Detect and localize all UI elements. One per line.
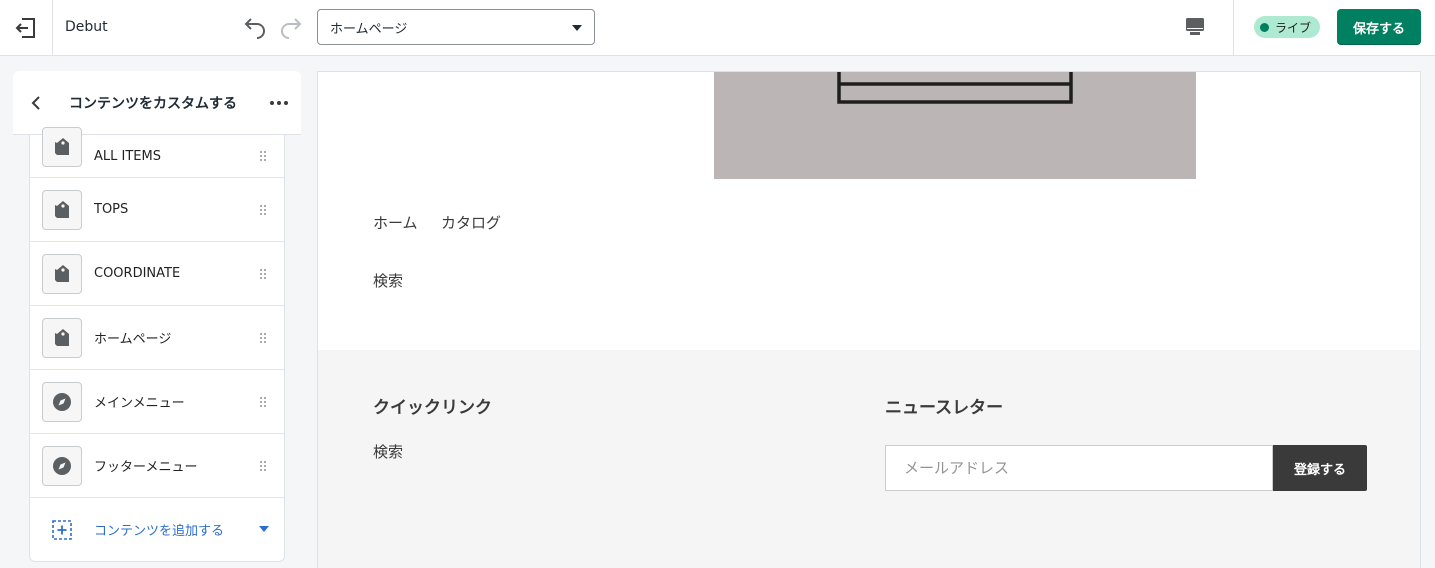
collection-tag-icon	[42, 189, 82, 230]
chevron-down-icon	[572, 25, 582, 31]
list-item-label: TOPS	[94, 202, 129, 217]
redo-button[interactable]	[278, 14, 304, 40]
list-item[interactable]: メインメニュー	[30, 370, 284, 434]
store-preview: ホーム カタログ 検索 クイックリンク 検索 ニュースレター 登録する	[317, 71, 1421, 568]
drag-handle-icon[interactable]	[258, 459, 268, 473]
status-badge-label: ライブ	[1275, 20, 1312, 35]
page-selector-value: ホームページ	[330, 21, 408, 37]
nav-link-catalog[interactable]: カタログ	[441, 212, 501, 233]
redo-icon	[281, 18, 302, 39]
content-list: ALL ITEMS TOPS COORDINATE ホームページ メインメニュー…	[29, 127, 285, 562]
sidebar-title: コンテンツをカスタムする	[69, 96, 237, 112]
list-item[interactable]: ALL ITEMS	[30, 127, 284, 178]
drag-handle-icon[interactable]	[258, 267, 268, 281]
add-content-label: コンテンツを追加する	[94, 524, 225, 539]
exit-editor-button[interactable]	[0, 0, 53, 55]
search-link[interactable]: 検索	[373, 270, 403, 291]
add-section-icon	[52, 519, 72, 540]
compass-icon	[42, 445, 82, 486]
drag-handle-icon[interactable]	[258, 149, 268, 163]
live-dot-icon	[1260, 22, 1269, 32]
product-illustration	[837, 72, 1073, 104]
list-item-label: メインメニュー	[94, 396, 185, 411]
exit-icon	[15, 17, 35, 38]
status-badge: ライブ	[1254, 16, 1321, 38]
undo-button[interactable]	[242, 14, 268, 40]
more-horizontal-icon	[270, 101, 288, 105]
chevron-left-icon	[31, 96, 40, 110]
collection-tag-icon	[42, 127, 82, 167]
list-item-label: ホームページ	[94, 332, 172, 347]
save-button[interactable]: 保存する	[1337, 9, 1421, 45]
list-item[interactable]: フッターメニュー	[30, 434, 284, 498]
add-content-button[interactable]: コンテンツを追加する	[30, 498, 284, 561]
drag-handle-icon[interactable]	[258, 395, 268, 409]
more-actions-button[interactable]	[267, 93, 291, 113]
desktop-icon	[1186, 18, 1204, 35]
email-field[interactable]	[885, 445, 1273, 491]
footer-link-search[interactable]: 検索	[373, 441, 403, 462]
list-item[interactable]: COORDINATE	[30, 242, 284, 306]
list-item-label: フッターメニュー	[94, 460, 198, 475]
topbar-divider	[1233, 0, 1234, 55]
sidebar: コンテンツをカスタムする ALL ITEMS TOPS COORDINATE ホ…	[13, 71, 301, 568]
subscribe-button[interactable]: 登録する	[1273, 445, 1367, 491]
nav-link-home[interactable]: ホーム	[373, 212, 418, 233]
list-item-label: ALL ITEMS	[94, 148, 161, 164]
hero-image	[714, 72, 1196, 179]
list-item-label: COORDINATE	[94, 266, 181, 281]
newsletter-heading: ニュースレター	[885, 398, 1004, 418]
chevron-down-icon	[259, 526, 269, 532]
collection-tag-icon	[42, 317, 82, 358]
page-selector[interactable]: ホームページ	[317, 9, 595, 45]
site-footer: クイックリンク 検索 ニュースレター 登録する	[318, 350, 1420, 568]
quick-links-heading: クイックリンク	[373, 398, 492, 418]
theme-name: Debut	[65, 19, 108, 35]
sidebar-header: コンテンツをカスタムする	[13, 71, 301, 135]
collection-tag-icon	[42, 253, 82, 294]
drag-handle-icon[interactable]	[258, 203, 268, 217]
list-item[interactable]: ホームページ	[30, 306, 284, 370]
back-button[interactable]	[25, 91, 49, 115]
list-item[interactable]: TOPS	[30, 178, 284, 242]
compass-icon	[42, 381, 82, 422]
undo-icon	[244, 18, 265, 39]
top-bar: Debut ホームページ ライブ 保存する	[0, 0, 1435, 56]
drag-handle-icon[interactable]	[258, 331, 268, 345]
desktop-preview-button[interactable]	[1183, 14, 1207, 40]
